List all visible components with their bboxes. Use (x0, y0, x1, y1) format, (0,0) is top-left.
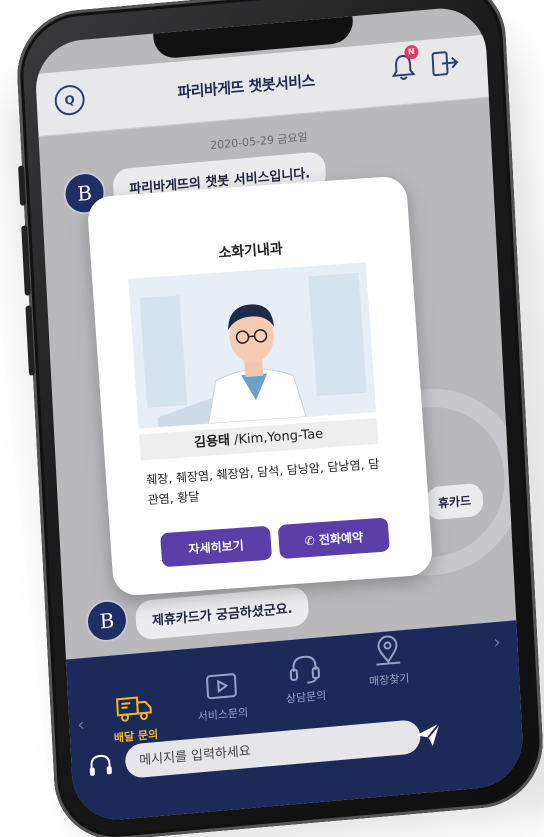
logout-icon[interactable] (429, 47, 460, 80)
side-button (25, 305, 36, 376)
page-title: 파리바게뜨 챗봇서비스 (177, 71, 316, 102)
map-pin-icon (376, 635, 401, 666)
doctor-name-en: /Kim,Yong-Tae (233, 426, 324, 448)
detail-button[interactable]: 자세히보기 (160, 525, 273, 568)
call-button-label: 전화예약 (318, 530, 364, 548)
delivery-truck-icon (116, 696, 152, 722)
nav-label: 서비스문의 (197, 705, 249, 724)
headset-icon (289, 655, 320, 684)
play-icon (206, 673, 237, 700)
doctor-info-modal: 소화기내과 김용태 /Kim,Yong-Tae 췌장, 췌장염, 췌장암, 담석… (86, 175, 434, 597)
doctor-name: 김용태 (193, 433, 231, 451)
call-reservation-button[interactable]: ✆ 전화예약 (277, 517, 390, 560)
phone-icon: ✆ (304, 533, 320, 549)
send-icon[interactable] (409, 715, 447, 754)
nav-label: 매장찾기 (368, 671, 410, 689)
doctor-illustration (128, 262, 377, 429)
doctor-specialties: 췌장, 췌장염, 췌장암, 담석, 담낭암, 담낭염, 담관염, 황달 (145, 456, 380, 508)
chat-message: 제휴카드가 궁금하셨군요. (134, 586, 310, 641)
nav-next-arrow[interactable]: › (493, 632, 501, 654)
nav-item-store[interactable]: 매장찾기 (347, 630, 430, 691)
nav-item-consult[interactable]: 상담문의 (264, 649, 346, 708)
bot-avatar: B (84, 598, 129, 644)
chat-date: 2020-05-29 금요일 (209, 130, 309, 153)
nav-prev-arrow[interactable]: ‹ (77, 714, 85, 736)
nav-label: 상담문의 (285, 689, 327, 706)
notification-badge: N (404, 44, 419, 60)
nav-item-service[interactable]: 서비스문의 (181, 669, 263, 726)
headset-icon[interactable] (85, 750, 116, 783)
app-stage: Q 파리바게뜨 챗봇서비스 N 2020-05-29 금요일 B 파리바게뜨의 … (0, 0, 544, 837)
side-button (18, 165, 27, 206)
chat-chip[interactable]: 휴카드 (425, 482, 484, 521)
chat-bubble-icon[interactable]: Q (53, 83, 86, 117)
